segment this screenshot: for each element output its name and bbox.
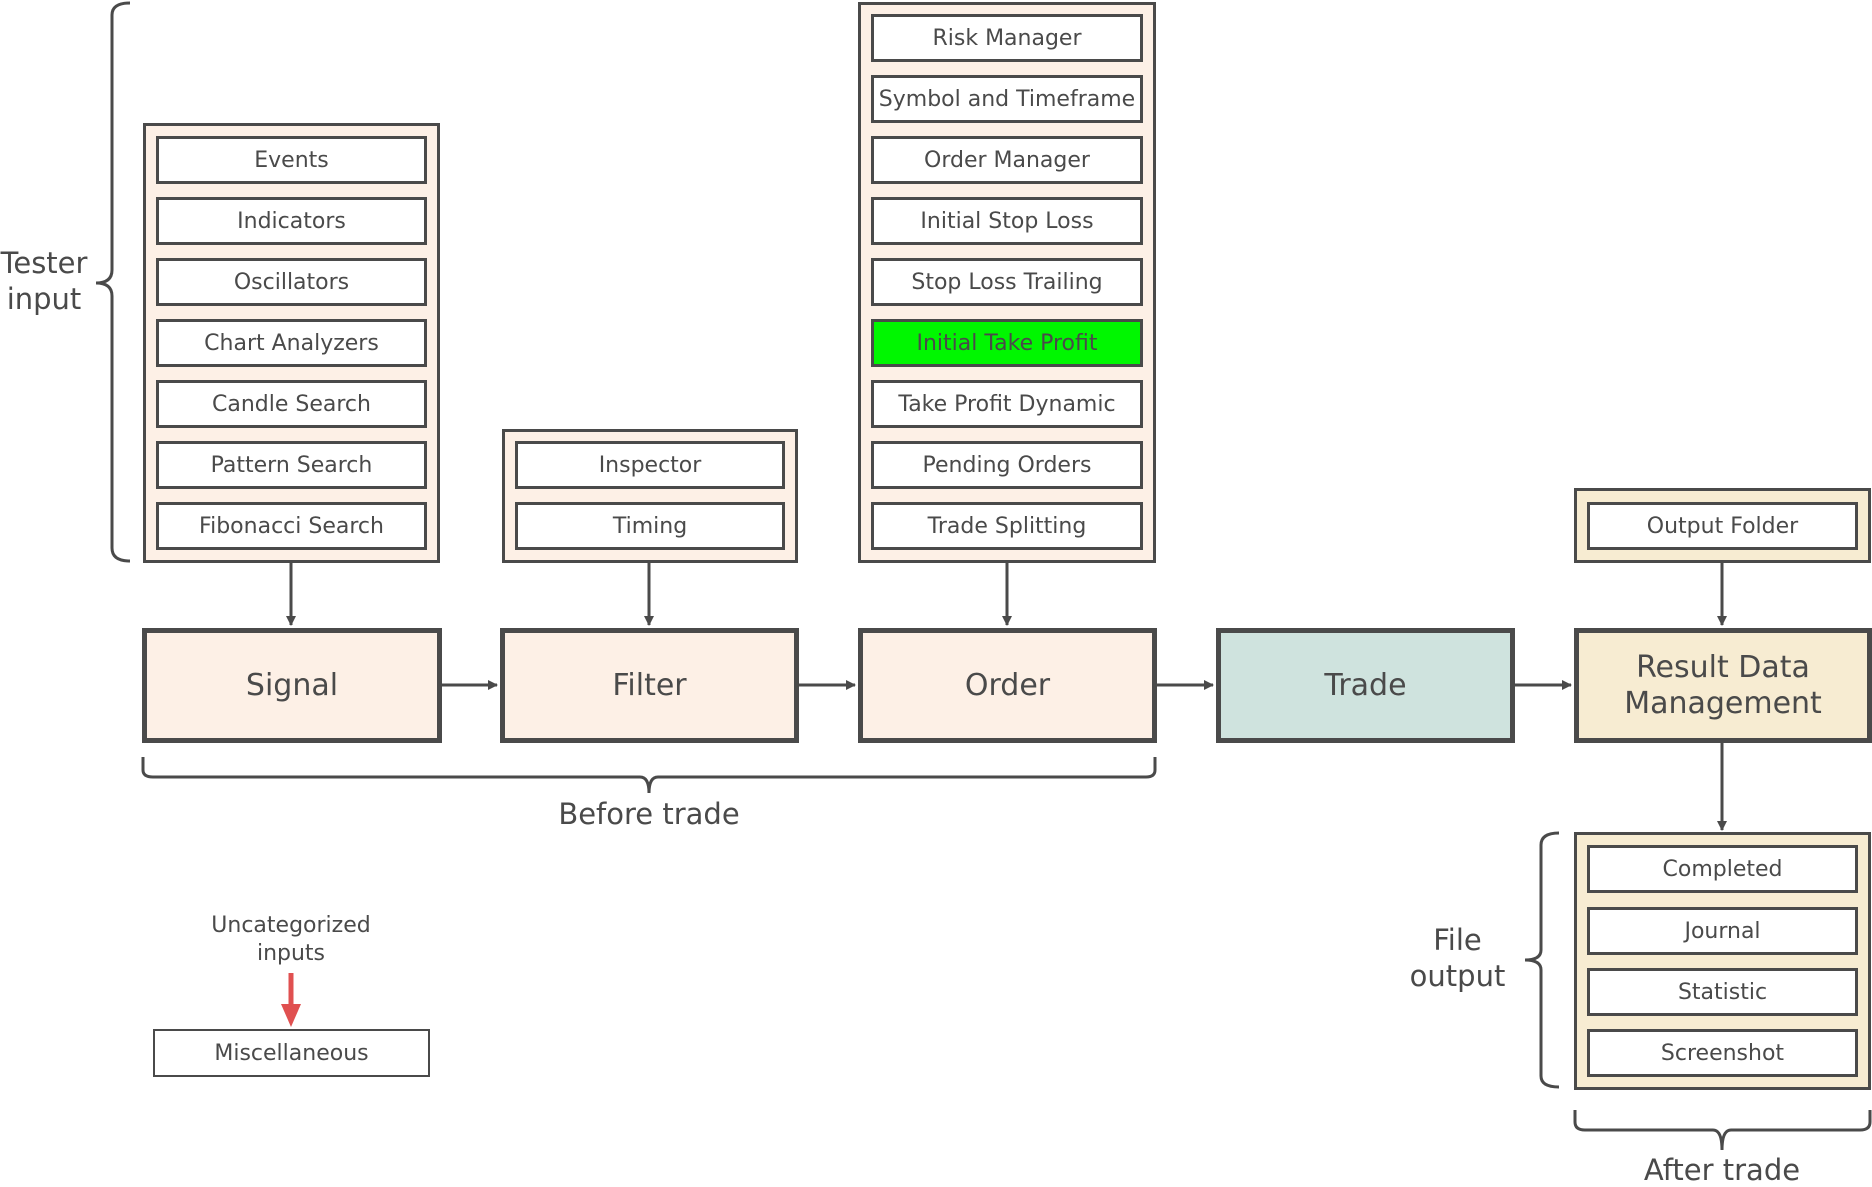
uncategorized-line1: Uncategorized: [211, 913, 371, 938]
filter-inputs-group: Inspector Timing: [502, 429, 798, 563]
stage-trade[interactable]: Trade: [1216, 628, 1515, 743]
input-risk-manager[interactable]: Risk Manager: [871, 14, 1143, 62]
uncategorized-line2: inputs: [256, 941, 326, 966]
file-output-brace: [1524, 831, 1560, 1089]
input-initial-take-profit[interactable]: Initial Take Profit: [871, 319, 1143, 367]
input-fibonacci-search[interactable]: Fibonacci Search: [156, 502, 427, 550]
result-line2: Management: [1624, 685, 1822, 721]
uncategorized-label: Uncategorized inputs: [191, 912, 391, 968]
tester-input-label: Tester input: [0, 245, 88, 317]
miscellaneous-box[interactable]: Miscellaneous: [153, 1029, 430, 1077]
input-events[interactable]: Events: [156, 136, 427, 184]
input-oscillators[interactable]: Oscillators: [156, 258, 427, 306]
input-output-folder[interactable]: Output Folder: [1587, 502, 1858, 550]
after-trade-label: After trade: [1643, 1153, 1801, 1187]
input-take-profit-dynamic[interactable]: Take Profit Dynamic: [871, 380, 1143, 428]
input-initial-stop-loss[interactable]: Initial Stop Loss: [871, 197, 1143, 245]
tester-input-label-line2: input: [6, 282, 82, 316]
stage-signal[interactable]: Signal: [142, 628, 442, 743]
signal-inputs-group: Events Indicators Oscillators Chart Anal…: [143, 123, 440, 563]
input-indicators[interactable]: Indicators: [156, 197, 427, 245]
before-trade-brace: [141, 757, 1157, 794]
before-trade-label: Before trade: [558, 797, 740, 831]
input-chart-analyzers[interactable]: Chart Analyzers: [156, 319, 427, 367]
input-pattern-search[interactable]: Pattern Search: [156, 441, 427, 489]
file-output-group: Completed Journal Statistic Screenshot: [1574, 832, 1871, 1090]
order-inputs-group: Risk Manager Symbol and Timeframe Order …: [858, 2, 1156, 563]
red-arrow-head: [281, 1004, 301, 1027]
tester-input-brace: [95, 1, 131, 563]
after-trade-brace: [1573, 1110, 1872, 1151]
input-stop-loss-trailing[interactable]: Stop Loss Trailing: [871, 258, 1143, 306]
input-order-manager[interactable]: Order Manager: [871, 136, 1143, 184]
stage-order[interactable]: Order: [858, 628, 1157, 743]
tester-input-label-line1: Tester: [0, 246, 88, 280]
output-completed[interactable]: Completed: [1587, 845, 1858, 893]
input-inspector[interactable]: Inspector: [515, 441, 785, 489]
input-trade-splitting[interactable]: Trade Splitting: [871, 502, 1143, 550]
stage-filter[interactable]: Filter: [500, 628, 799, 743]
result-line1: Result Data: [1636, 649, 1810, 685]
input-pending-orders[interactable]: Pending Orders: [871, 441, 1143, 489]
output-statistic[interactable]: Statistic: [1587, 968, 1858, 1016]
input-timing[interactable]: Timing: [515, 502, 785, 550]
input-symbol-and-timeframe[interactable]: Symbol and Timeframe: [871, 75, 1143, 123]
input-candle-search[interactable]: Candle Search: [156, 380, 427, 428]
file-output-line2: output: [1409, 959, 1506, 993]
output-journal[interactable]: Journal: [1587, 907, 1858, 955]
output-folder-group: Output Folder: [1574, 488, 1871, 563]
file-output-label: File output: [1400, 922, 1515, 994]
output-screenshot[interactable]: Screenshot: [1587, 1029, 1858, 1077]
stage-result-data-management[interactable]: Result Data Management: [1574, 628, 1872, 743]
file-output-line1: File: [1433, 923, 1482, 957]
